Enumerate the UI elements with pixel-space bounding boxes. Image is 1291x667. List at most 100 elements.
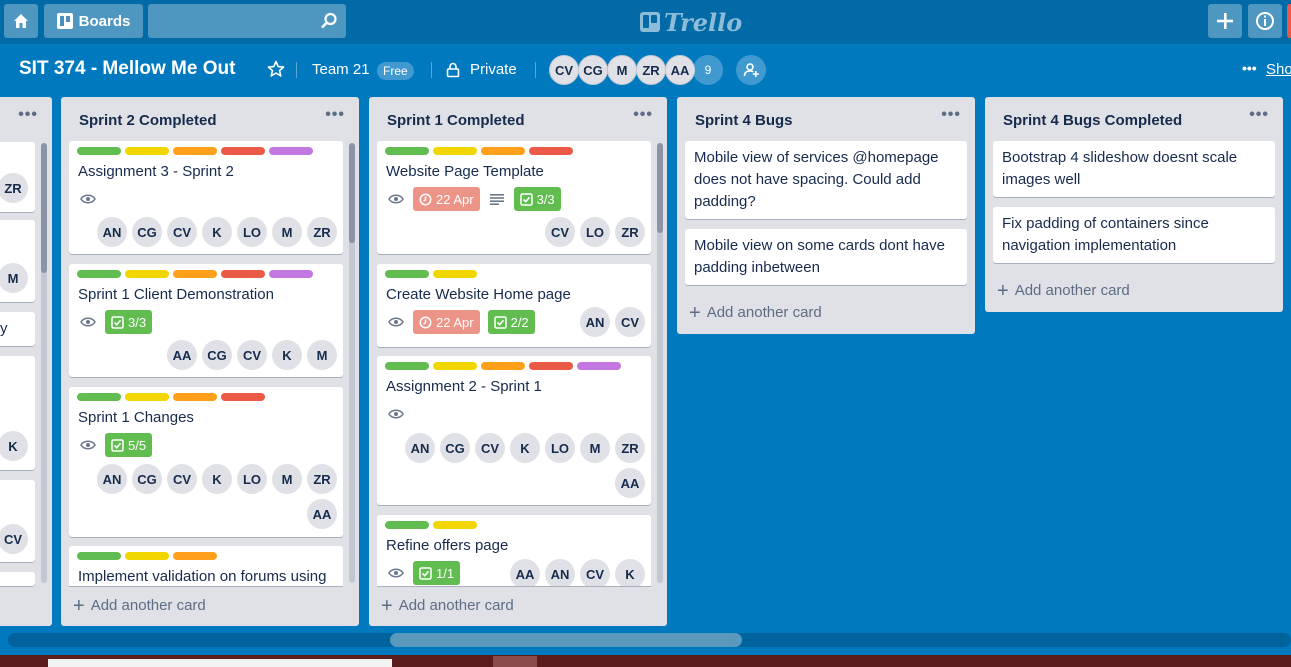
info-button[interactable] (1248, 4, 1282, 38)
member-avatar[interactable]: CV (545, 217, 575, 247)
member-avatar[interactable]: M (272, 464, 302, 494)
member-avatar[interactable]: CG (440, 433, 470, 463)
member-avatar[interactable]: CV (0, 524, 28, 554)
trello-logo[interactable]: Trello (640, 8, 742, 37)
list-scrollbar[interactable] (657, 143, 663, 583)
member-avatar[interactable]: CG (202, 340, 232, 370)
member-avatar[interactable]: CV (580, 559, 610, 586)
card[interactable]: Sprint 1 Client Demonstration 3/3 AA CG … (69, 264, 343, 377)
member-avatar[interactable]: ZR (307, 217, 337, 247)
taskbar-search[interactable] (48, 659, 392, 667)
team-name[interactable]: Team 21 (312, 61, 370, 78)
list-title[interactable]: Sprint 2 Completed (79, 112, 217, 129)
list-title[interactable]: Sprint 4 Bugs Completed (1003, 112, 1182, 129)
member-avatar[interactable]: AN (405, 433, 435, 463)
card[interactable]: Mobile view of services @homepage does n… (685, 141, 967, 219)
board-member-avatar[interactable]: CV (549, 55, 579, 85)
member-avatar[interactable]: K (202, 464, 232, 494)
add-card-button[interactable]: + Add another card (997, 281, 1130, 301)
board-scrollbar-thumb[interactable] (390, 633, 742, 647)
member-avatar[interactable]: K (272, 340, 302, 370)
list-menu-icon[interactable]: ••• (18, 106, 38, 124)
member-avatar[interactable]: AA (615, 468, 645, 498)
visibility-button[interactable]: Private (470, 61, 517, 78)
member-avatar[interactable]: AA (510, 559, 540, 586)
member-avatar[interactable]: CV (237, 340, 267, 370)
member-avatar[interactable]: M (0, 263, 28, 293)
card[interactable]: Create Website Home page 22 Apr 2/2 AN C… (377, 264, 651, 347)
card[interactable]: M (0, 220, 35, 302)
board-title[interactable]: SIT 374 - Mellow Me Out (19, 58, 235, 80)
member-avatar[interactable]: K (202, 217, 232, 247)
member-avatar[interactable]: LO (580, 217, 610, 247)
member-avatar[interactable]: AA (167, 340, 197, 370)
card[interactable]: ZR (0, 142, 35, 212)
home-button[interactable] (4, 4, 38, 38)
member-avatar[interactable]: LO (545, 433, 575, 463)
member-avatar[interactable]: ZR (0, 173, 28, 203)
create-button[interactable] (1208, 4, 1242, 38)
card[interactable]: Fix padding of containers since navigati… (993, 207, 1275, 263)
member-avatar[interactable]: ZR (615, 217, 645, 247)
member-avatar[interactable]: AN (97, 464, 127, 494)
card[interactable]: K (0, 356, 35, 470)
due-date-badge[interactable]: 22 Apr (413, 187, 480, 211)
more-icon[interactable]: ••• (1242, 60, 1257, 76)
card[interactable]: Implement validation on forums using (69, 546, 343, 586)
list-scrollbar[interactable] (349, 143, 355, 583)
card[interactable]: Assignment 2 - Sprint 1 AN CG CV K LO M … (377, 356, 651, 505)
more-members-count[interactable]: 9 (693, 55, 723, 85)
member-avatar[interactable]: CV (167, 464, 197, 494)
member-avatar[interactable]: K (615, 559, 645, 586)
list-title[interactable]: Sprint 1 Completed (387, 112, 525, 129)
list-menu-icon[interactable]: ••• (941, 106, 961, 124)
member-avatar[interactable]: CV (167, 217, 197, 247)
member-avatar[interactable]: K (0, 431, 28, 461)
boards-button[interactable]: Boards (44, 4, 143, 38)
card[interactable]: Bootstrap 4 slideshow doesnt scale image… (993, 141, 1275, 197)
board-member-avatar[interactable]: AA (665, 55, 695, 85)
due-date-badge[interactable]: 22 Apr (413, 310, 480, 334)
member-avatar[interactable]: LO (237, 464, 267, 494)
member-avatar[interactable]: AA (307, 499, 337, 529)
member-avatar[interactable]: CG (132, 217, 162, 247)
card[interactable]: y (0, 312, 35, 346)
card[interactable]: Sprint 1 Changes 5/5 AN CG CV K LO M ZR … (69, 387, 343, 537)
search-input[interactable] (148, 4, 346, 38)
show-menu-link[interactable]: Sho (1266, 61, 1291, 78)
member-avatar[interactable]: CG (132, 464, 162, 494)
member-avatar[interactable]: ZR (307, 464, 337, 494)
add-card-button[interactable]: + Add another card (73, 596, 206, 616)
member-avatar[interactable]: AN (97, 217, 127, 247)
member-avatar[interactable]: LO (237, 217, 267, 247)
list-scrollbar[interactable] (41, 143, 47, 583)
list-menu-icon[interactable]: ••• (1249, 106, 1269, 124)
list-menu-icon[interactable]: ••• (633, 106, 653, 124)
star-icon[interactable] (267, 60, 285, 78)
member-avatar[interactable]: AN (545, 559, 575, 586)
card[interactable] (0, 572, 35, 586)
member-avatar[interactable]: M (580, 433, 610, 463)
member-avatar[interactable]: AN (580, 307, 610, 337)
member-avatar[interactable]: K (510, 433, 540, 463)
board-member-avatar[interactable]: ZR (636, 55, 666, 85)
list-menu-icon[interactable]: ••• (325, 106, 345, 124)
board-member-avatar[interactable]: CG (578, 55, 608, 85)
card[interactable]: Assignment 3 - Sprint 2 AN CG CV K LO M … (69, 141, 343, 254)
member-avatar[interactable]: M (272, 217, 302, 247)
invite-button[interactable] (736, 55, 766, 85)
add-card-button[interactable]: + Add another card (381, 596, 514, 616)
notifications-button[interactable] (1287, 4, 1291, 38)
member-avatar[interactable]: M (307, 340, 337, 370)
member-avatar[interactable]: CV (615, 307, 645, 337)
list-title[interactable]: Sprint 4 Bugs (695, 112, 793, 129)
add-card-button[interactable]: + Add another card (689, 303, 822, 323)
member-avatar[interactable]: ZR (615, 433, 645, 463)
member-avatar[interactable]: CV (475, 433, 505, 463)
board-scrollbar[interactable] (8, 633, 1291, 647)
card[interactable]: CV (0, 480, 35, 562)
board-member-avatar[interactable]: M (607, 55, 637, 85)
taskbar-app-button[interactable] (493, 656, 537, 667)
card[interactable]: Mobile view on some cards dont have padd… (685, 229, 967, 285)
card[interactable]: Website Page Template 22 Apr 3/3 CV LO Z… (377, 141, 651, 254)
